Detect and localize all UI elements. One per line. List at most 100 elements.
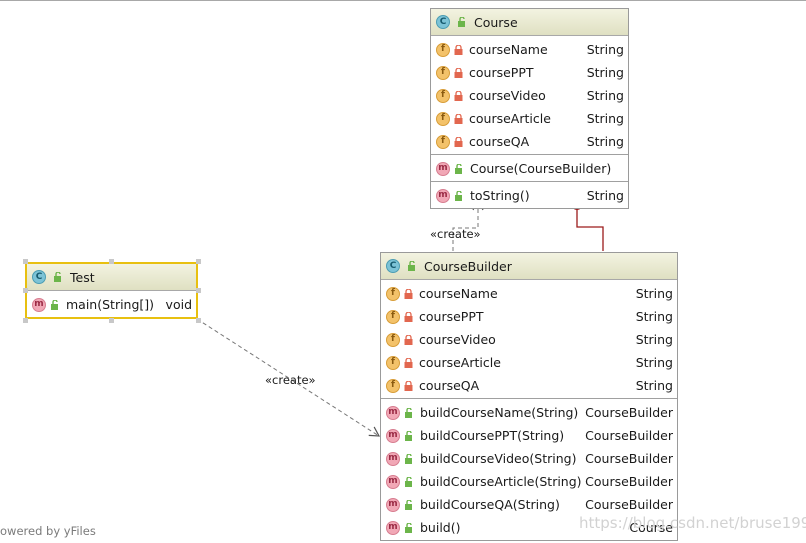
lock-icon bbox=[454, 67, 463, 78]
method-badge-icon: m bbox=[386, 451, 400, 466]
method-badge-icon: m bbox=[436, 188, 450, 203]
selection-handle[interactable] bbox=[196, 288, 201, 293]
class-course[interactable]: C Course f courseName String f coursePPT Stri… bbox=[430, 8, 629, 209]
unlock-icon bbox=[405, 476, 412, 487]
class-header[interactable]: C Course bbox=[431, 9, 628, 36]
lock-icon bbox=[404, 311, 413, 322]
selection-handle[interactable] bbox=[196, 318, 201, 323]
unlock-icon bbox=[455, 163, 462, 174]
field-type: String bbox=[586, 42, 624, 57]
method-name: toString() bbox=[470, 188, 530, 203]
field-badge-icon: f bbox=[386, 332, 400, 347]
method-row[interactable]: m buildCourseName(String) CourseBuilder bbox=[381, 401, 677, 424]
field-type: String bbox=[635, 286, 673, 301]
field-badge-icon: f bbox=[386, 286, 400, 301]
method-badge-icon: m bbox=[386, 497, 400, 512]
method-name: buildCourseName(String) bbox=[420, 405, 579, 420]
class-badge-icon: C bbox=[386, 259, 400, 273]
class-name: CourseBuilder bbox=[424, 258, 512, 274]
selection-handle[interactable] bbox=[109, 259, 114, 264]
lock-icon bbox=[454, 90, 463, 101]
field-name: coursePPT bbox=[469, 65, 534, 80]
return-type: CourseBuilder bbox=[585, 451, 673, 466]
unlock-icon bbox=[405, 522, 412, 533]
unlock-icon bbox=[405, 430, 412, 441]
lock-icon bbox=[454, 113, 463, 124]
unlock-icon bbox=[458, 17, 465, 27]
unlock-icon bbox=[408, 261, 415, 271]
lock-icon bbox=[404, 288, 413, 299]
method-badge-icon: m bbox=[386, 520, 400, 535]
method-name: main(String[]) bbox=[66, 297, 155, 312]
field-badge-icon: f bbox=[436, 65, 450, 80]
field-type: String bbox=[635, 355, 673, 370]
class-badge-icon: C bbox=[32, 270, 46, 284]
unlock-icon bbox=[455, 190, 462, 201]
field-type: String bbox=[586, 65, 624, 80]
class-header[interactable]: C CourseBuilder bbox=[381, 253, 677, 280]
method-row[interactable]: m toString() String bbox=[431, 184, 628, 207]
field-type: String bbox=[586, 88, 624, 103]
selection-handle[interactable] bbox=[23, 318, 28, 323]
field-name: courseName bbox=[469, 42, 548, 57]
selection-handle[interactable] bbox=[23, 259, 28, 264]
lock-icon bbox=[454, 136, 463, 147]
method-name: buildCourseVideo(String) bbox=[420, 451, 577, 466]
unlock-icon bbox=[405, 499, 412, 510]
fields-section: f courseName String f coursePPT String f course… bbox=[431, 36, 628, 155]
field-badge-icon: f bbox=[386, 355, 400, 370]
field-name: courseArticle bbox=[419, 355, 501, 370]
field-name: coursePPT bbox=[419, 309, 484, 324]
method-badge-icon: m bbox=[386, 474, 400, 489]
return-type: String bbox=[586, 188, 624, 203]
field-name: courseArticle bbox=[469, 111, 551, 126]
method-row[interactable]: m main(String[]) void bbox=[27, 293, 196, 316]
field-name: courseName bbox=[419, 286, 498, 301]
method-row[interactable]: m buildCourseArticle(String) CourseBuilder bbox=[381, 470, 677, 493]
fields-section: f courseName String f coursePPT String f course… bbox=[381, 280, 677, 399]
method-row[interactable]: m Course(CourseBuilder) bbox=[431, 157, 628, 180]
method-name: buildCoursePPT(String) bbox=[420, 428, 565, 443]
lock-icon bbox=[454, 44, 463, 55]
unlock-icon bbox=[51, 299, 58, 310]
method-row[interactable]: m buildCourseVideo(String) CourseBuilder bbox=[381, 447, 677, 470]
field-name: courseQA bbox=[469, 134, 530, 149]
return-type: CourseBuilder bbox=[585, 474, 673, 489]
methods-section: m toString() String bbox=[431, 182, 628, 208]
method-row[interactable]: m buildCoursePPT(String) CourseBuilder bbox=[381, 424, 677, 447]
method-row[interactable]: m buildCourseQA(String) CourseBuilder bbox=[381, 493, 677, 516]
field-badge-icon: f bbox=[436, 88, 450, 103]
field-row[interactable]: f coursePPT String bbox=[381, 305, 677, 328]
class-name: Test bbox=[70, 269, 95, 285]
field-badge-icon: f bbox=[436, 134, 450, 149]
field-type: String bbox=[586, 111, 624, 126]
field-row[interactable]: f courseArticle String bbox=[431, 107, 628, 130]
field-type: String bbox=[586, 134, 624, 149]
class-course-builder[interactable]: C CourseBuilder f courseName String f course… bbox=[380, 252, 678, 541]
method-badge-icon: m bbox=[436, 161, 450, 176]
selection-handle[interactable] bbox=[196, 259, 201, 264]
lock-icon bbox=[404, 380, 413, 391]
class-test[interactable]: C Test m main(String[]) void bbox=[25, 262, 198, 319]
field-row[interactable]: f courseQA String bbox=[381, 374, 677, 397]
field-row[interactable]: f courseArticle String bbox=[381, 351, 677, 374]
field-badge-icon: f bbox=[436, 111, 450, 126]
method-badge-icon: m bbox=[386, 428, 400, 443]
unlock-icon bbox=[405, 453, 412, 464]
field-row[interactable]: f courseQA String bbox=[431, 130, 628, 153]
lock-icon bbox=[404, 334, 413, 345]
field-row[interactable]: f courseVideo String bbox=[431, 84, 628, 107]
field-row[interactable]: f courseVideo String bbox=[381, 328, 677, 351]
class-header[interactable]: C Test bbox=[27, 264, 196, 291]
field-row[interactable]: f courseName String bbox=[431, 38, 628, 61]
field-row[interactable]: f coursePPT String bbox=[431, 61, 628, 84]
selection-handle[interactable] bbox=[109, 318, 114, 323]
return-type: CourseBuilder bbox=[585, 497, 673, 512]
field-type: String bbox=[635, 378, 673, 393]
nested-class-edge bbox=[576, 210, 604, 251]
create-label-top: «create» bbox=[430, 227, 481, 241]
unlock-icon bbox=[54, 272, 61, 282]
selection-handle[interactable] bbox=[23, 288, 28, 293]
method-name: Course(CourseBuilder) bbox=[470, 161, 612, 176]
field-row[interactable]: f courseName String bbox=[381, 282, 677, 305]
